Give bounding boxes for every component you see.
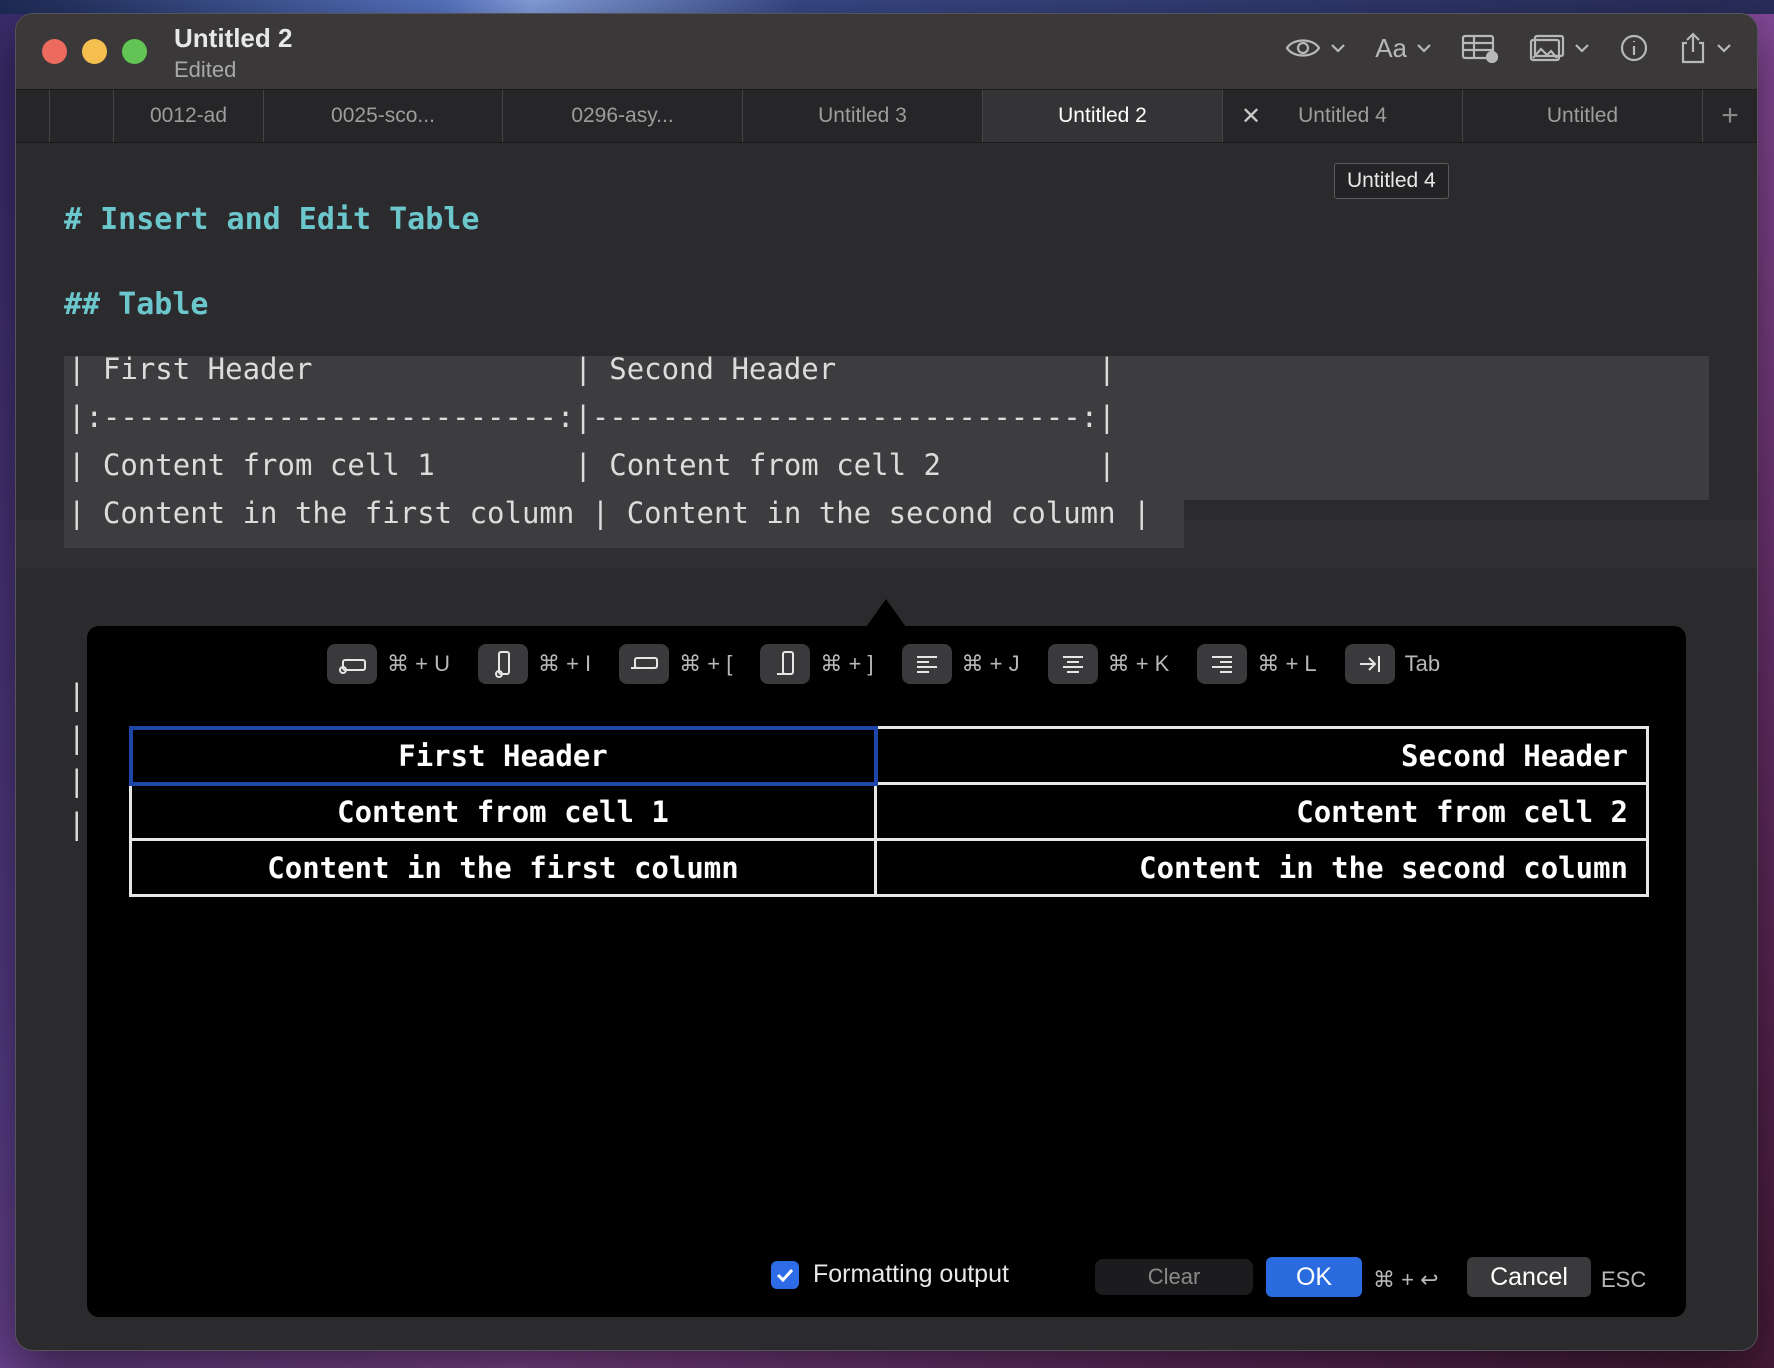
share-icon	[1681, 32, 1705, 64]
title-block: Untitled 2 Edited	[174, 23, 292, 83]
formatting-output-checkbox[interactable]	[771, 1261, 799, 1289]
share-menu-button[interactable]	[1679, 32, 1731, 64]
next-cell-button[interactable]	[1344, 644, 1395, 684]
window-subtitle: Edited	[174, 57, 237, 82]
tab-tooltip: Untitled 4	[1334, 163, 1449, 199]
table-grid: First Header Second Header Content from …	[128, 725, 1649, 897]
table-row: First Header Second Header	[128, 725, 1649, 786]
shortcut-label: ⌘ + [	[679, 651, 733, 676]
heading-2: ## Table	[64, 287, 209, 322]
chevron-down-icon	[1417, 44, 1431, 53]
markdown-editor[interactable]: # Insert and Edit Table ## Table | First…	[16, 144, 1757, 1350]
plus-icon: +	[1721, 99, 1739, 132]
table-row: Content in the first column Content in t…	[129, 838, 1649, 897]
table-cell[interactable]: Content from cell 1	[129, 782, 877, 841]
table-cell[interactable]: Content from cell 2	[874, 782, 1649, 841]
shortcut-label: Tab	[1404, 651, 1441, 676]
align-right-button[interactable]	[1197, 644, 1248, 684]
shortcut-label: ⌘ + I	[537, 651, 592, 676]
clear-button[interactable]: Clear	[1095, 1259, 1253, 1295]
table-row: Content from cell 1 Content from cell 2	[129, 782, 1649, 841]
delete-column-button[interactable]	[760, 644, 811, 684]
eye-icon	[1285, 39, 1321, 57]
code-line: | First Header | Second Header |	[68, 352, 1116, 386]
shortcut-label: ⌘ + J	[961, 651, 1020, 676]
font-label: Aa	[1375, 32, 1407, 63]
close-window-button[interactable]	[42, 39, 67, 64]
insert-column-button[interactable]	[477, 644, 528, 684]
align-left-icon	[916, 656, 937, 673]
tab-active[interactable]: Untitled 2	[983, 90, 1223, 142]
shortcut-label: ⌘ + K	[1107, 651, 1170, 676]
tab-item[interactable]: Untitled 3	[743, 90, 983, 142]
checkmark-icon	[776, 1268, 794, 1282]
shortcut-label: ⌘ + L	[1257, 651, 1317, 676]
table-icon	[1461, 34, 1499, 63]
table-cell[interactable]: Content in the first column	[129, 838, 877, 897]
code-line: | Content in the first column | Content …	[68, 496, 1151, 530]
cancel-button[interactable]: Cancel	[1467, 1257, 1591, 1297]
minimize-window-button[interactable]	[82, 39, 107, 64]
delete-column-icon	[777, 651, 795, 675]
popover-arrow	[866, 599, 906, 627]
app-window: Untitled 2 Edited Aa 0012-ad 0025-sco...…	[15, 13, 1758, 1351]
font-menu-button[interactable]: Aa	[1375, 33, 1431, 64]
ok-shortcut-label: ⌘ + ↩	[1373, 1267, 1439, 1292]
tab-item[interactable]	[50, 90, 114, 142]
chevron-down-icon	[1717, 44, 1731, 53]
table-editor-toolbar: ⌘ + U ⌘ + I ⌘ + [ ⌘ + ] ⌘ + J ⌘ + K ⌘ + …	[327, 644, 1468, 684]
tab-bar: 0012-ad 0025-sco... 0296-asy... Untitled…	[16, 89, 1757, 143]
tab-item[interactable]: 0025-sco...	[264, 90, 503, 142]
insert-row-button[interactable]	[327, 644, 377, 684]
preview-menu-button[interactable]	[1285, 35, 1345, 61]
align-right-icon	[1212, 656, 1233, 673]
chevron-down-icon	[1331, 44, 1345, 53]
desktop-wallpaper-strip	[0, 0, 1774, 14]
shortcut-label: ⌘ + ]	[820, 651, 874, 676]
trailing-pipes: | | | |	[68, 678, 86, 841]
chevron-down-icon	[1575, 44, 1589, 53]
tab-item[interactable]: ✕ Untitled 4	[1223, 90, 1463, 142]
align-center-icon	[1062, 656, 1083, 673]
tab-item[interactable]: Untitled	[1463, 90, 1703, 142]
shortcut-label: ⌘ + U	[387, 651, 450, 676]
title-bar: Untitled 2 Edited Aa	[16, 14, 1757, 89]
close-tab-icon[interactable]: ✕	[1241, 102, 1261, 131]
toolbar: Aa	[1285, 32, 1731, 64]
table-cell[interactable]: Content in the second column	[874, 838, 1649, 897]
align-center-button[interactable]	[1047, 644, 1098, 684]
align-left-button[interactable]	[901, 644, 952, 684]
popover-footer: Formatting output Clear OK ⌘ + ↩ Cancel …	[87, 1257, 1686, 1303]
ok-button[interactable]: OK	[1266, 1257, 1362, 1297]
zoom-window-button[interactable]	[122, 39, 147, 64]
info-button[interactable]	[1619, 33, 1649, 63]
code-line: |:--------------------------:|----------…	[68, 400, 1116, 434]
cancel-shortcut-label: ESC	[1601, 1267, 1647, 1292]
insert-column-left-icon	[494, 651, 510, 678]
info-icon	[1620, 34, 1648, 62]
formatting-output-label: Formatting output	[813, 1260, 1009, 1288]
new-tab-button[interactable]: +	[1703, 90, 1757, 142]
table-editor-popover: ⌘ + U ⌘ + I ⌘ + [ ⌘ + ] ⌘ + J ⌘ + K ⌘ + …	[87, 626, 1686, 1317]
insert-row-above-icon	[339, 659, 366, 674]
table-button[interactable]	[1461, 33, 1499, 63]
traffic-lights	[42, 39, 147, 64]
image-icon	[1529, 34, 1565, 62]
delete-row-icon	[631, 657, 659, 669]
window-title: Untitled 2	[174, 23, 293, 53]
table-cell[interactable]: Second Header	[874, 726, 1649, 785]
table-cell-selected[interactable]: First Header	[128, 725, 878, 786]
heading-1: # Insert and Edit Table	[64, 202, 480, 237]
tab-item[interactable]: 0012-ad	[114, 90, 264, 142]
tab-arrow-icon	[1359, 656, 1380, 672]
tab-item[interactable]: 0296-asy...	[503, 90, 743, 142]
image-menu-button[interactable]	[1529, 34, 1589, 62]
tab-spacer	[16, 90, 50, 142]
delete-row-button[interactable]	[619, 644, 670, 684]
code-line: | Content from cell 1 | Content from cel…	[68, 448, 1116, 482]
